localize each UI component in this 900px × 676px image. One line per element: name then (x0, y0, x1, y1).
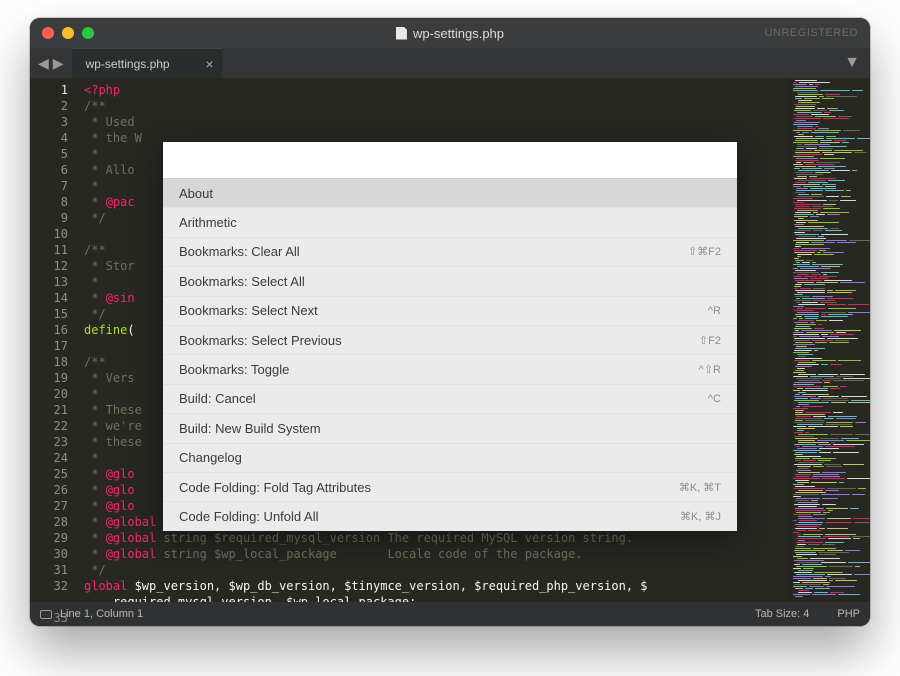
window-controls (42, 27, 94, 39)
command-palette-item[interactable]: Bookmarks: Toggle ^⇧R (163, 354, 737, 383)
window-title: wp-settings.php (30, 26, 870, 41)
command-label: About (179, 186, 213, 201)
command-label: Bookmarks: Toggle (179, 362, 289, 377)
command-label: Bookmarks: Select Previous (179, 333, 342, 348)
command-shortcut: ⌘K, ⌘J (680, 510, 721, 523)
status-tabsize[interactable]: Tab Size: 4 (755, 608, 809, 620)
status-cursor: Line 1, Column 1 (60, 608, 143, 620)
command-palette-item[interactable]: Build: New Build System (163, 413, 737, 442)
command-shortcut: ⇧F2 (699, 334, 721, 347)
panel-icon[interactable] (40, 610, 52, 619)
file-icon (396, 27, 407, 40)
command-palette: AboutArithmeticBookmarks: Clear All⇧⌘F2B… (163, 142, 737, 531)
titlebar: wp-settings.php UNREGISTERED (30, 18, 870, 48)
close-window-button[interactable] (42, 27, 54, 39)
minimize-window-button[interactable] (62, 27, 74, 39)
command-palette-item[interactable]: Code Folding: Fold Tag Attributes ⌘K, ⌘T (163, 472, 737, 501)
command-label: Arithmetic (179, 215, 237, 230)
editor-area: 1234567891011121314151617181920212223242… (30, 78, 870, 602)
command-label: Build: Cancel (179, 391, 256, 406)
command-shortcut: ⇧⌘F2 (688, 245, 721, 258)
command-label: Bookmarks: Select All (179, 274, 305, 289)
nav-forward-button[interactable]: ▶ (53, 55, 64, 72)
command-shortcut: ⌘K, ⌘T (679, 481, 721, 494)
file-tab-active[interactable]: wp-settings.php × (72, 48, 222, 78)
zoom-window-button[interactable] (82, 27, 94, 39)
editor-window: wp-settings.php UNREGISTERED ◀ ▶ wp-sett… (30, 18, 870, 626)
command-palette-item[interactable]: Code Folding: Unfold All ⌘K, ⌘J (163, 501, 737, 530)
command-palette-item[interactable]: Bookmarks: Select Next ^R (163, 296, 737, 325)
command-palette-item[interactable]: Bookmarks: Clear All ⇧⌘F2 (163, 237, 737, 266)
tab-close-icon[interactable]: × (205, 56, 213, 72)
command-palette-input[interactable] (163, 142, 737, 178)
command-palette-item[interactable]: Bookmarks: Select Previous ⇧F2 (163, 325, 737, 354)
command-shortcut: ^C (708, 393, 721, 405)
command-shortcut: ^R (708, 305, 721, 317)
command-palette-item[interactable]: About (163, 178, 737, 207)
command-palette-item[interactable]: Arithmetic (163, 207, 737, 236)
command-label: Code Folding: Fold Tag Attributes (179, 480, 371, 495)
command-label: Bookmarks: Select Next (179, 303, 318, 318)
window-title-text: wp-settings.php (413, 26, 504, 41)
command-label: Code Folding: Unfold All (179, 509, 318, 524)
command-palette-item[interactable]: Changelog (163, 443, 737, 472)
registration-status: UNREGISTERED (765, 27, 858, 39)
line-number-gutter: 1234567891011121314151617181920212223242… (30, 78, 78, 602)
status-language[interactable]: PHP (837, 608, 860, 620)
command-shortcut: ^⇧R (699, 363, 721, 376)
history-nav: ◀ ▶ (30, 48, 72, 78)
command-palette-item[interactable]: Build: Cancel ^C (163, 384, 737, 413)
tabs-dropdown-button[interactable]: ▼ (834, 48, 870, 78)
tab-bar: ◀ ▶ wp-settings.php × ▼ (30, 48, 870, 78)
nav-back-button[interactable]: ◀ (38, 55, 49, 72)
command-palette-list: AboutArithmeticBookmarks: Clear All⇧⌘F2B… (163, 178, 737, 531)
command-label: Build: New Build System (179, 421, 321, 436)
command-label: Changelog (179, 450, 242, 465)
status-bar: Line 1, Column 1 Tab Size: 4 PHP (30, 602, 870, 626)
tab-label: wp-settings.php (86, 57, 170, 71)
command-label: Bookmarks: Clear All (179, 244, 300, 259)
command-palette-item[interactable]: Bookmarks: Select All (163, 266, 737, 295)
minimap[interactable] (790, 78, 870, 602)
